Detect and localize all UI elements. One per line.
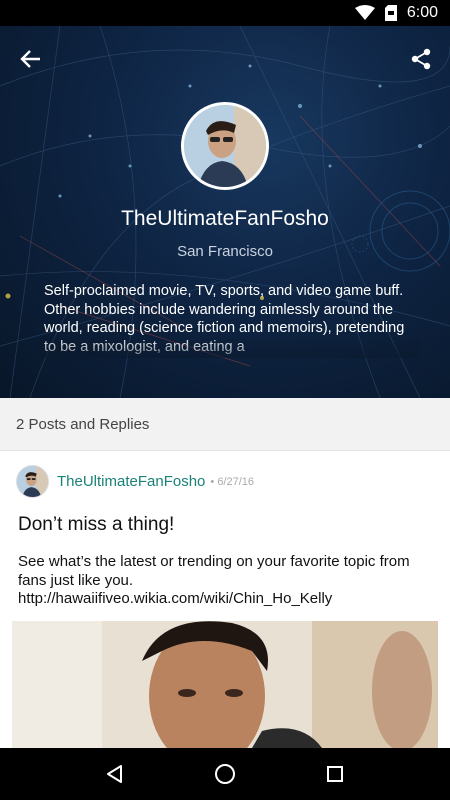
author-avatar[interactable] [16,465,49,498]
post-author-row[interactable]: TheUltimateFanFosho • 6/27/16 [16,465,254,498]
clock: 6:00 [406,4,438,21]
status-bar: 6:00 [0,0,450,26]
wifi-icon [354,5,375,21]
system-nav-bar [0,748,450,800]
share-button[interactable] [404,42,438,76]
back-triangle-icon [107,765,122,783]
share-icon [411,48,431,70]
nav-back-button[interactable] [95,754,135,794]
nav-recents-button[interactable] [315,754,355,794]
post-date: • 6/27/16 [210,475,255,488]
sd-card-icon [384,5,397,21]
post-card[interactable]: TheUltimateFanFosho • 6/27/16 Don’t miss… [0,451,450,748]
profile-header: TheUltimateFanFosho San Francisco Self-p… [0,26,450,398]
recents-square-icon [327,766,343,782]
post-title[interactable]: Don’t miss a thing! [18,514,174,536]
nav-home-button[interactable] [205,754,245,794]
post-image[interactable] [12,621,438,748]
post-body[interactable]: See what’s the latest or trending on you… [18,553,432,609]
profile-username: TheUltimateFanFosho [121,207,329,230]
profile-avatar [181,102,269,190]
back-button[interactable] [14,42,48,76]
posts-count-header: 2 Posts and Replies [0,398,450,451]
post-author-name[interactable]: TheUltimateFanFosho [57,473,205,490]
profile-location: San Francisco [177,243,273,260]
arrow-back-icon [20,50,40,68]
bio-fade-overlay [40,336,420,358]
home-circle-icon [215,764,235,784]
